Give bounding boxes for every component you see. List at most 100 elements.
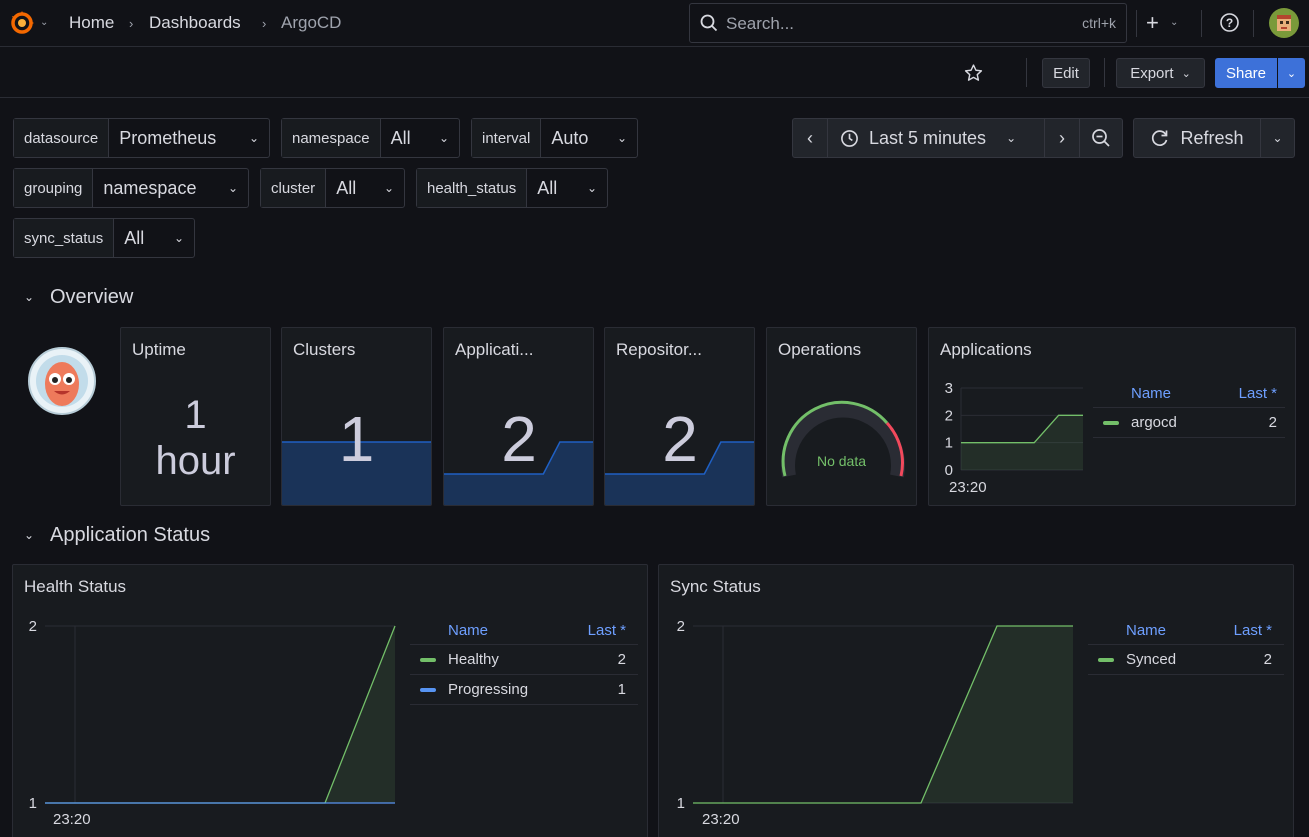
y-tick-label: 2 <box>945 407 953 424</box>
legend-header-name[interactable]: Name <box>1126 622 1166 639</box>
chevron-down-icon: ⌄ <box>383 181 394 195</box>
variable-label: namespace <box>282 119 381 157</box>
x-tick-label: 23:20 <box>949 479 987 496</box>
uptime-number: 1 <box>184 393 207 437</box>
export-label: Export <box>1130 64 1174 82</box>
row-title-application-status[interactable]: Application Status <box>50 524 210 547</box>
legend-series-last: 2 <box>1263 651 1272 668</box>
variable-interval[interactable]: interval Auto ⌄ <box>471 118 638 158</box>
time-range-picker[interactable]: Last 5 minutes ⌄ <box>827 118 1045 158</box>
chevron-down-icon: ⌄ <box>616 131 627 145</box>
time-back-button[interactable]: ‹ <box>792 118 828 158</box>
variable-value: Auto <box>551 127 589 148</box>
chevron-down-icon[interactable]: ⌄ <box>40 17 48 28</box>
variable-sync-status[interactable]: sync_status All ⌄ <box>13 218 195 258</box>
refresh-interval-dropdown[interactable]: ⌄ <box>1260 118 1295 158</box>
variable-cluster[interactable]: cluster All ⌄ <box>260 168 405 208</box>
breadcrumb-home[interactable]: Home <box>69 13 114 33</box>
user-avatar[interactable] <box>1269 8 1299 38</box>
top-navbar: ⌄ Home › Dashboards › ArgoCD Search... c… <box>0 0 1309 47</box>
chevron-down-icon: ⌄ <box>586 181 597 195</box>
legend-series-last: 2 <box>617 651 626 668</box>
variable-label: interval <box>472 119 542 157</box>
edit-button[interactable]: Edit <box>1042 58 1090 88</box>
breadcrumb-dashboards[interactable]: Dashboards <box>149 13 241 33</box>
series-color-swatch <box>420 658 436 662</box>
panel-operations[interactable]: Operations No data <box>766 327 917 506</box>
argocd-logo-icon <box>28 347 96 415</box>
refresh-button[interactable]: Refresh <box>1133 118 1261 158</box>
export-button[interactable]: Export ⌄ <box>1116 58 1205 88</box>
health-chart: 12 <box>29 618 396 812</box>
legend-table: Name Last * argocd 2 <box>1093 380 1285 438</box>
time-forward-button[interactable]: › <box>1044 118 1080 158</box>
refresh-icon <box>1152 130 1168 146</box>
zoom-out-icon <box>1092 129 1110 147</box>
grafana-logo-icon[interactable] <box>9 10 35 36</box>
svg-text:?: ? <box>1226 16 1233 30</box>
plus-icon[interactable]: + <box>1146 10 1159 36</box>
panel-applications-stat[interactable]: Applicati... 2 <box>443 327 594 506</box>
applications-value: 2 <box>501 403 537 475</box>
legend-series-name: Progressing <box>448 681 529 698</box>
divider <box>1253 10 1254 37</box>
variable-value: Prometheus <box>119 127 217 148</box>
variable-label: cluster <box>261 169 327 207</box>
variable-value: All <box>537 177 558 198</box>
variable-namespace[interactable]: namespace All ⌄ <box>281 118 460 158</box>
chevron-down-icon[interactable]: ⌄ <box>1170 17 1178 28</box>
variable-datasource[interactable]: datasource Prometheus ⌄ <box>13 118 270 158</box>
share-dropdown-button[interactable]: ⌄ <box>1278 58 1305 88</box>
legend-series-name: argocd <box>1131 414 1177 431</box>
search-shortcut: ctrl+k <box>1082 15 1116 31</box>
variable-label: grouping <box>14 169 94 207</box>
legend-row[interactable]: Synced 2 <box>1088 645 1284 675</box>
legend-header-last[interactable]: Last * <box>1239 385 1277 402</box>
panel-clusters[interactable]: Clusters 1 <box>281 327 432 506</box>
divider <box>1136 10 1137 37</box>
variable-value: All <box>336 177 357 198</box>
collapse-chevron-icon[interactable]: ⌄ <box>24 528 34 542</box>
search-input[interactable]: Search... ctrl+k <box>689 3 1127 43</box>
variable-value: All <box>390 127 411 148</box>
collapse-chevron-icon[interactable]: ⌄ <box>24 290 34 304</box>
variable-label: sync_status <box>14 219 115 257</box>
panel-health-status[interactable]: Health Status 12 23:20 Name Last * Healt… <box>12 564 648 837</box>
variable-value: All <box>124 227 145 248</box>
variable-health-status[interactable]: health_status All ⌄ <box>416 168 608 208</box>
legend-series-last: 2 <box>1268 414 1277 431</box>
dashboard-toolbar: Edit Export ⌄ Share ⌄ <box>0 48 1309 98</box>
refresh-label: Refresh <box>1180 127 1244 148</box>
y-tick-label: 3 <box>945 380 953 397</box>
variable-grouping[interactable]: grouping namespace ⌄ <box>13 168 249 208</box>
legend-row[interactable]: Progressing 1 <box>410 675 638 705</box>
divider <box>1026 58 1027 87</box>
legend-row[interactable]: Healthy 2 <box>410 645 638 675</box>
panel-applications-timeseries[interactable]: Applications 0123 23:20 Name Last * argo… <box>928 327 1296 506</box>
variable-label: datasource <box>14 119 110 157</box>
zoom-out-button[interactable] <box>1079 118 1123 158</box>
variable-label: health_status <box>417 169 528 207</box>
panel-repositories[interactable]: Repositor... 2 <box>604 327 755 506</box>
star-icon[interactable] <box>963 63 984 83</box>
legend-series-last: 1 <box>617 681 626 698</box>
help-icon[interactable]: ? <box>1219 12 1240 33</box>
panel-uptime[interactable]: Uptime 1 hour <box>120 327 271 506</box>
share-button[interactable]: Share <box>1215 58 1277 88</box>
sync-chart: 12 <box>677 618 1073 812</box>
clusters-value: 1 <box>338 403 375 475</box>
legend-header-last[interactable]: Last * <box>588 622 626 639</box>
legend-header-name[interactable]: Name <box>448 622 488 639</box>
search-icon <box>700 14 718 32</box>
divider <box>1201 10 1202 37</box>
legend-header-last[interactable]: Last * <box>1234 622 1272 639</box>
panel-sync-status[interactable]: Sync Status 12 23:20 Name Last * Synced … <box>658 564 1294 837</box>
operations-gauge <box>781 400 905 478</box>
legend-header-name[interactable]: Name <box>1131 385 1171 402</box>
row-title-overview[interactable]: Overview <box>50 286 133 309</box>
chevron-right-icon: › <box>262 16 267 31</box>
y-tick-label: 1 <box>677 795 685 812</box>
chevron-down-icon: ⌄ <box>173 231 184 245</box>
legend-row[interactable]: argocd 2 <box>1093 408 1285 438</box>
time-range-label: Last 5 minutes <box>869 127 987 148</box>
